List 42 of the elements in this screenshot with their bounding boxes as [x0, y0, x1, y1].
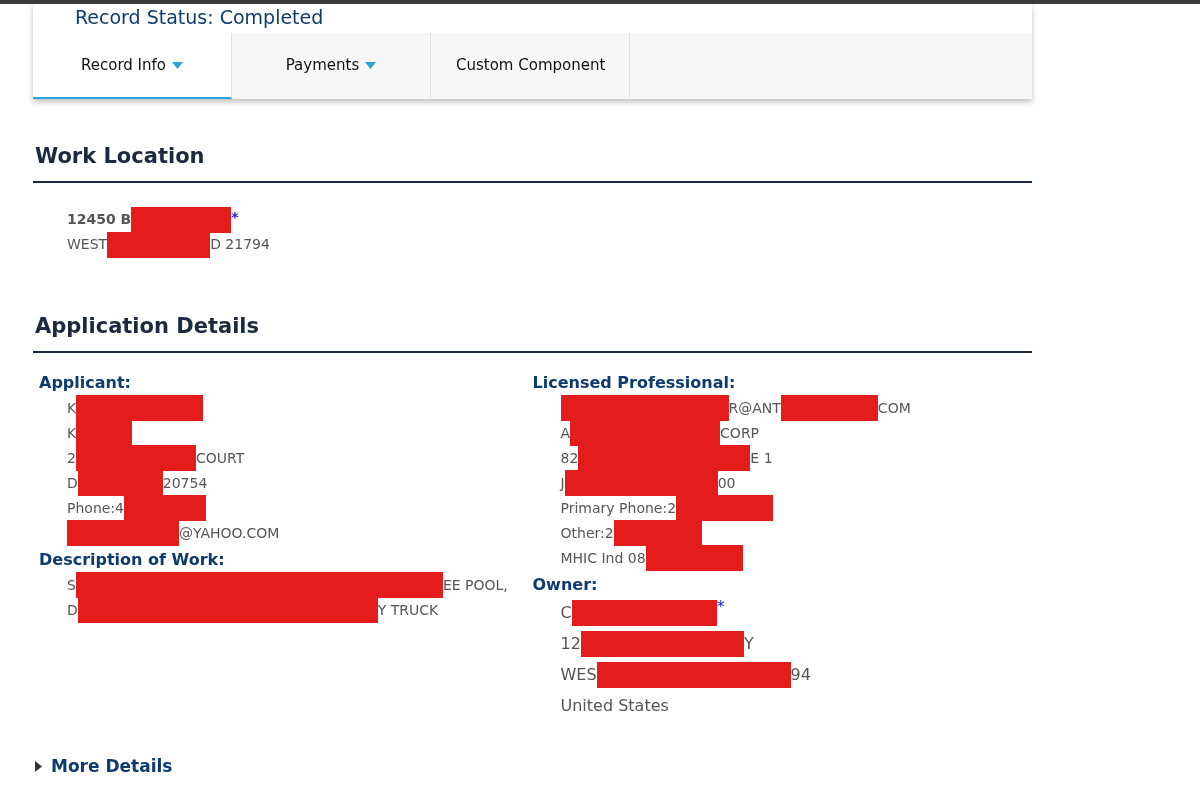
address-text: C: [560, 603, 572, 622]
tab[interactable]: Record Info: [33, 33, 232, 99]
address-text: D: [67, 474, 78, 491]
address-text: 82: [560, 449, 579, 466]
address-text: 94: [790, 665, 811, 684]
address-text: United States: [560, 696, 669, 715]
address-text: S: [67, 576, 76, 593]
address-text: 2: [67, 449, 76, 466]
address-text: 12450 B: [67, 210, 132, 229]
record-status-title: Record Status: Completed: [74, 5, 325, 30]
field-label: Owner:: [532, 574, 599, 596]
address-text: D: [67, 601, 78, 618]
address-text: E 1: [750, 449, 773, 466]
address-text: R@ANT: [728, 399, 781, 416]
address-text: Phone:4: [67, 499, 124, 516]
address-text: COM: [877, 399, 911, 416]
address-text: EE POOL,: [442, 576, 508, 593]
field-label: Applicant:: [39, 372, 132, 394]
asterisk-mark: *: [231, 208, 239, 227]
address-text: D 21794: [210, 235, 270, 254]
address-text: Other:2: [560, 524, 614, 541]
address-text: MHIC Ind 08: [560, 549, 646, 566]
address-text: K: [67, 424, 77, 441]
field-label: Description of Work:: [39, 549, 226, 571]
asterisk-mark: *: [716, 597, 725, 617]
address-text: 12: [560, 634, 581, 653]
address-text: J: [560, 474, 565, 491]
address-text: Y: [743, 634, 754, 653]
address-text: WEST: [67, 235, 108, 254]
address-text: WES: [560, 665, 597, 684]
address-text: Primary Phone:2: [560, 499, 677, 516]
address-text: 00: [717, 474, 736, 491]
section-heading: Work Location: [35, 143, 206, 170]
address-text: K: [67, 399, 77, 416]
address-text: Y TRUCK: [377, 601, 439, 618]
address-text: CORP: [720, 424, 760, 441]
address-text: A: [560, 424, 571, 441]
section-heading: Application Details: [35, 313, 261, 340]
address-text: @YAHOO.COM: [179, 524, 280, 541]
field-label: Licensed Professional:: [532, 372, 737, 394]
address-text: COURT: [195, 449, 245, 466]
address-text: 20754: [162, 474, 208, 491]
